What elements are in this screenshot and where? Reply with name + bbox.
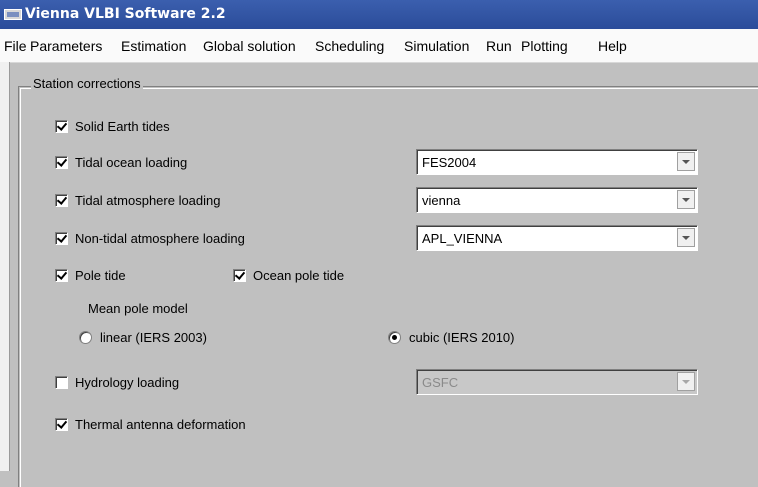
tidal-atmosphere-loading-checkbox[interactable] [55,194,68,207]
menu-file[interactable]: File [4,38,27,54]
hydrology-model-select: GSFC [416,369,698,395]
menu-parameters[interactable]: Parameters [30,38,102,54]
group-title: Station corrections [31,76,143,91]
menu-help[interactable]: Help [598,38,627,54]
window-title: Vienna VLBI Software 2.2 [25,6,226,22]
solid-earth-tides-label: Solid Earth tides [75,119,170,134]
thermal-antenna-deformation-option[interactable]: Thermal antenna deformation [55,417,246,432]
nontidal-atmosphere-loading-label: Non-tidal atmosphere loading [75,231,245,246]
pole-tide-label: Pole tide [75,268,126,283]
pole-tide-checkbox[interactable] [55,269,68,282]
menu-scheduling[interactable]: Scheduling [315,38,384,54]
menu-global-solution[interactable]: Global solution [203,38,296,54]
title-bar: Vienna VLBI Software 2.2 [0,0,758,29]
tidal-ocean-loading-option[interactable]: Tidal ocean loading [55,155,187,170]
tidal-atmosphere-loading-option[interactable]: Tidal atmosphere loading [55,193,221,208]
ocean-loading-model-value: FES2004 [422,155,477,170]
menu-bar: File Parameters Estimation Global soluti… [0,29,758,63]
solid-earth-tides-option[interactable]: Solid Earth tides [55,119,170,134]
chevron-down-icon[interactable] [677,190,695,209]
linear-radio-option[interactable]: linear (IERS 2003) [79,330,207,345]
menu-estimation[interactable]: Estimation [121,38,186,54]
linear-radio[interactable] [79,331,92,344]
cubic-radio[interactable] [388,331,401,344]
cubic-radio-option[interactable]: cubic (IERS 2010) [388,330,515,345]
nontidal-atmosphere-loading-checkbox[interactable] [55,232,68,245]
pole-tide-option[interactable]: Pole tide [55,268,126,283]
ocean-pole-tide-option[interactable]: Ocean pole tide [233,268,344,283]
tidal-ocean-loading-label: Tidal ocean loading [75,155,188,170]
nontidal-atmosphere-model-value: APL_VIENNA [422,231,503,246]
tidal-atmosphere-loading-label: Tidal atmosphere loading [75,193,221,208]
chevron-down-icon[interactable] [677,152,695,171]
cubic-radio-label: cubic (IERS 2010) [409,330,515,345]
solid-earth-tides-checkbox[interactable] [55,120,68,133]
chevron-down-icon [677,372,695,391]
atmosphere-loading-model-select[interactable]: vienna [416,187,698,213]
hydrology-model-value: GSFC [422,375,459,390]
nontidal-atmosphere-loading-option[interactable]: Non-tidal atmosphere loading [55,231,245,246]
thermal-antenna-deformation-label: Thermal antenna deformation [75,417,246,432]
thermal-antenna-deformation-checkbox[interactable] [55,418,68,431]
linear-radio-label: linear (IERS 2003) [100,330,207,345]
menu-run[interactable]: Run [486,38,512,54]
menu-plotting[interactable]: Plotting [521,38,568,54]
menu-simulation[interactable]: Simulation [404,38,469,54]
app-icon [4,9,22,20]
atmosphere-loading-model-value: vienna [422,193,461,208]
ocean-loading-model-select[interactable]: FES2004 [416,149,698,175]
ocean-pole-tide-label: Ocean pole tide [253,268,345,283]
chevron-down-icon[interactable] [677,228,695,247]
tidal-ocean-loading-checkbox[interactable] [55,156,68,169]
nontidal-atmosphere-model-select[interactable]: APL_VIENNA [416,225,698,251]
ocean-pole-tide-checkbox[interactable] [233,269,246,282]
mean-pole-model-label: Mean pole model [88,301,188,316]
hydrology-loading-checkbox[interactable] [55,376,68,389]
left-border [0,62,10,471]
hydrology-loading-option[interactable]: Hydrology loading [55,375,179,390]
hydrology-loading-label: Hydrology loading [75,375,180,390]
